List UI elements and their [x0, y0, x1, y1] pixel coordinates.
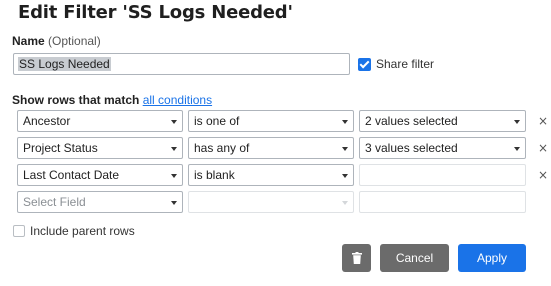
row-3-operator-value: is blank: [194, 168, 235, 182]
row-1-value-select[interactable]: 2 values selected: [359, 110, 526, 132]
row-1-field-value: Ancestor: [23, 114, 71, 128]
filter-name-input[interactable]: SS Logs Needed: [13, 53, 350, 75]
new-field-placeholder: Select Field: [23, 195, 86, 209]
new-field-select[interactable]: Select Field: [17, 191, 183, 213]
cancel-button[interactable]: Cancel: [380, 244, 449, 272]
include-parent-toggle[interactable]: Include parent rows: [13, 224, 135, 238]
share-filter-checkbox[interactable]: [358, 57, 371, 71]
share-filter-toggle[interactable]: Share filter: [358, 57, 434, 71]
row-3-field-select[interactable]: Last Contact Date: [17, 164, 183, 186]
row-2-value-select[interactable]: 3 values selected: [359, 137, 526, 159]
row-1-operator-value: is one of: [194, 114, 240, 128]
chevron-down-icon: [171, 120, 177, 124]
row-1-field-select[interactable]: Ancestor: [17, 110, 183, 132]
apply-button[interactable]: Apply: [458, 244, 526, 272]
chevron-down-icon: [171, 201, 177, 205]
row-2-remove-button[interactable]: ×: [538, 141, 548, 155]
chevron-down-icon: [514, 147, 520, 151]
match-prefix: Show rows that match: [12, 93, 140, 107]
row-2-value-text: 3 values selected: [365, 141, 458, 155]
filter-name-value: SS Logs Needed: [18, 57, 111, 71]
row-1-remove-button[interactable]: ×: [538, 114, 548, 128]
name-field-label: Name (Optional): [12, 34, 101, 48]
delete-filter-button[interactable]: [342, 244, 371, 272]
chevron-down-icon: [342, 174, 348, 178]
row-2-operator-select[interactable]: has any of: [188, 137, 354, 159]
chevron-down-icon: [514, 120, 520, 124]
chevron-down-icon: [342, 120, 348, 124]
optional-hint: (Optional): [48, 34, 101, 48]
new-value-input: [359, 191, 526, 213]
match-mode-link[interactable]: all conditions: [143, 93, 212, 107]
chevron-down-icon: [342, 147, 348, 151]
trash-icon: [351, 252, 362, 264]
new-operator-select: [188, 191, 354, 213]
chevron-down-icon: [342, 201, 348, 205]
row-3-value-input[interactable]: [359, 164, 526, 186]
chevron-down-icon: [171, 174, 177, 178]
row-2-field-select[interactable]: Project Status: [17, 137, 183, 159]
match-condition-line: Show rows that match all conditions: [12, 93, 212, 107]
include-parent-checkbox[interactable]: [13, 225, 25, 237]
row-2-operator-value: has any of: [194, 141, 250, 155]
row-3-operator-select[interactable]: is blank: [188, 164, 354, 186]
row-3-remove-button[interactable]: ×: [538, 168, 548, 182]
include-parent-label: Include parent rows: [30, 224, 135, 238]
row-1-operator-select[interactable]: is one of: [188, 110, 354, 132]
name-label-text: Name: [12, 34, 45, 48]
row-3-field-value: Last Contact Date: [23, 168, 120, 182]
chevron-down-icon: [171, 147, 177, 151]
row-2-field-value: Project Status: [23, 141, 98, 155]
share-filter-label: Share filter: [376, 57, 435, 71]
row-1-value-text: 2 values selected: [365, 114, 458, 128]
dialog-title: Edit Filter 'SS Logs Needed': [18, 2, 293, 23]
